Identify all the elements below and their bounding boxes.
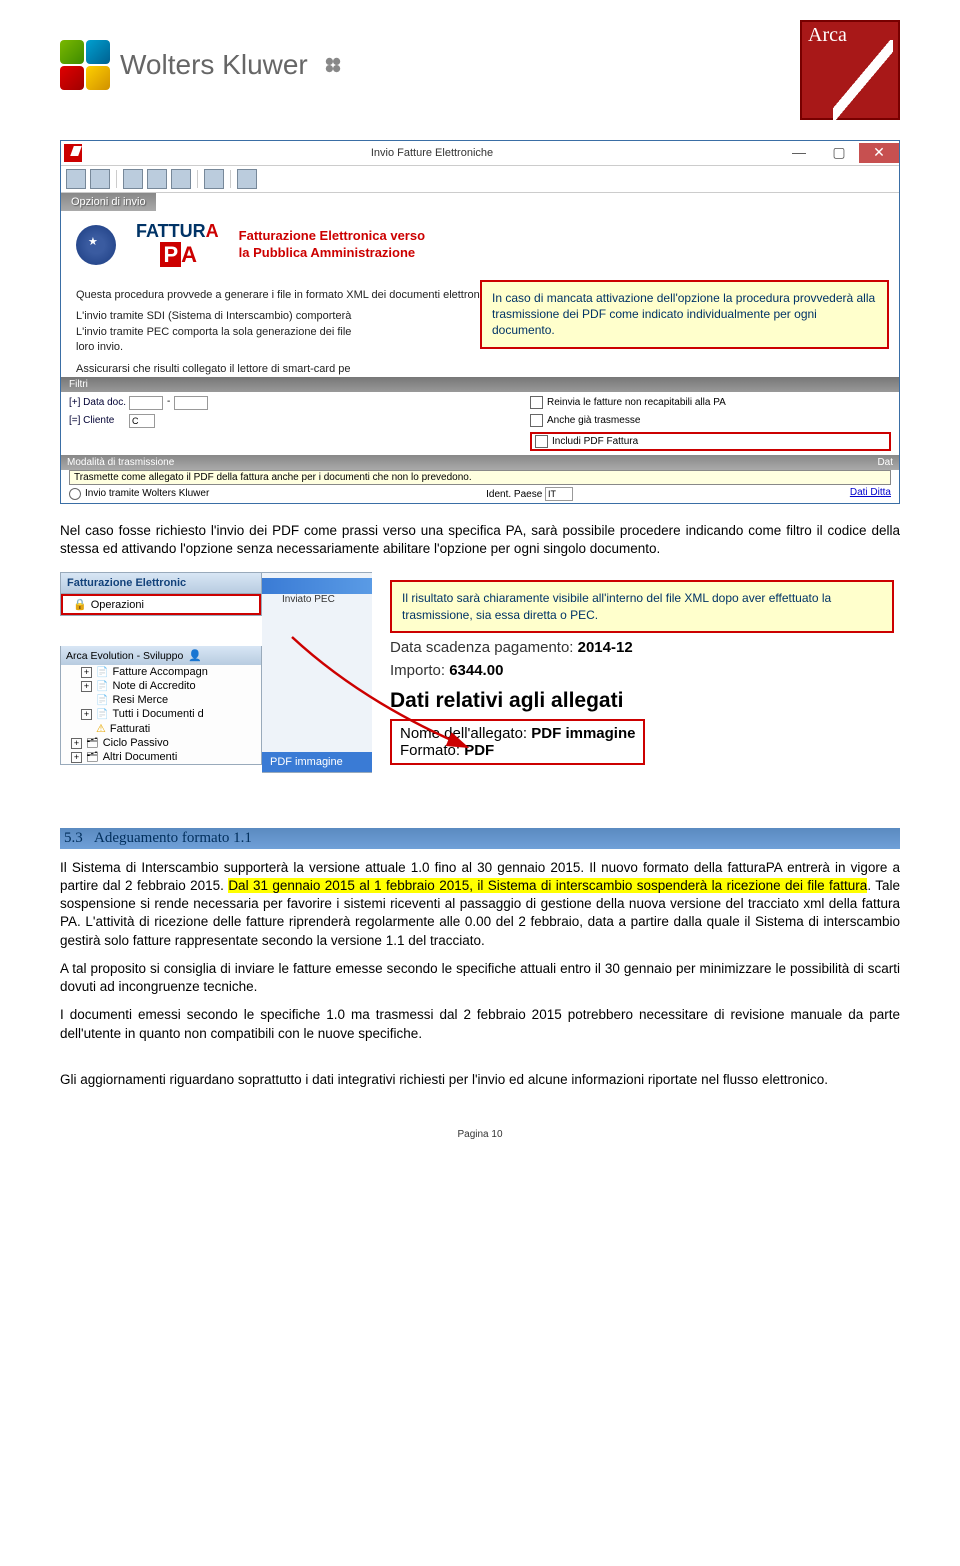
paste-icon[interactable] — [171, 169, 191, 189]
document-icon — [96, 680, 108, 692]
dati-ditta-link[interactable]: Dati Ditta — [850, 487, 891, 501]
cliente-input[interactable] — [129, 414, 155, 428]
wolters-kluwer-logo: Wolters Kluwer — [60, 40, 342, 90]
nav-back-icon[interactable] — [66, 169, 86, 189]
filter-date-label: [+] Data doc. — [69, 397, 129, 408]
tree-item-operazioni[interactable]: Operazioni — [61, 594, 261, 615]
tree-item-fatturati[interactable]: Fatturati — [61, 721, 261, 736]
screenshot-2: Fatturazione Elettronic Operazioni Arca … — [60, 572, 900, 772]
wk-icon — [60, 40, 110, 90]
importo-line: Importo: 6344.00 — [390, 662, 894, 679]
fatturapa-logo: FATTURA PA — [136, 221, 219, 268]
document-icon — [96, 708, 108, 720]
tree-item[interactable]: +Tutti i Documenti d — [61, 707, 261, 721]
data-scadenza-line: Data scadenza pagamento: 2014-12 — [390, 639, 894, 656]
titlebar: Invio Fatture Elettroniche — ▢ ✕ — [61, 141, 899, 166]
paragraph-5: Gli aggiornamenti riguardano soprattutto… — [60, 1071, 900, 1089]
paragraph-2: Il Sistema di Interscambio supporterà la… — [60, 859, 900, 950]
nav-fwd-icon[interactable] — [90, 169, 110, 189]
modalita-label: Modalità di trasmissione — [67, 457, 174, 468]
inviato-pec-label: Inviato PEC — [262, 594, 372, 605]
wk-logo-text: Wolters Kluwer — [120, 49, 308, 81]
section-heading-5-3: 5.3 Adeguamento formato 1.1 — [60, 828, 900, 849]
filter-header: Filtri — [61, 377, 899, 392]
tree-item[interactable]: Resi Merce — [61, 693, 261, 707]
checkbox-reinvia[interactable] — [530, 396, 543, 409]
ident-paese-input[interactable] — [545, 487, 573, 501]
allegato-box: Nome dell'allegato: PDF immagine Formato… — [390, 719, 645, 765]
date-to[interactable] — [174, 396, 208, 410]
document-icon — [96, 694, 108, 706]
clover-icon — [324, 56, 342, 74]
lock-icon — [73, 598, 87, 611]
tree-item[interactable]: +Fatture Accompagn — [61, 665, 261, 679]
paragraph-3: A tal proposito si consiglia di inviare … — [60, 960, 900, 996]
paragraph-1: Nel caso fosse richiesto l'invio dei PDF… — [60, 522, 900, 558]
panel-title-fatturazione: Fatturazione Elettronic — [61, 573, 261, 594]
radio-wk[interactable] — [69, 488, 81, 500]
document-icon — [96, 666, 108, 678]
page-number: Pagina 10 — [60, 1129, 900, 1140]
close-button[interactable]: ✕ — [859, 143, 899, 163]
paragraph-4: I documenti emessi secondo le specifiche… — [60, 1006, 900, 1042]
cut-icon[interactable] — [123, 169, 143, 189]
maximize-button[interactable]: ▢ — [819, 143, 859, 163]
tree-item[interactable]: +🗂Altri Documenti — [61, 750, 261, 764]
window-title: Invio Fatture Elettroniche — [85, 147, 779, 159]
checkbox-includi-pdf-row: Includi PDF Fattura — [530, 432, 891, 451]
allegati-heading: Dati relativi agli allegati — [390, 689, 894, 713]
arca-logo: Arca — [800, 20, 900, 120]
minimize-button[interactable]: — — [779, 143, 819, 163]
progress-bar — [262, 578, 372, 594]
window-invio-fatture: Invio Fatture Elettroniche — ▢ ✕ Opzioni… — [60, 140, 900, 504]
ribbon-tab-opzioni[interactable]: Opzioni di invio — [61, 193, 156, 211]
callout-box-2: Il risultato sarà chiaramente visibile a… — [390, 580, 894, 632]
filter-cliente-label: [=] Cliente — [69, 415, 129, 426]
checkbox-includi-pdf[interactable] — [535, 435, 548, 448]
tree-item[interactable]: +Note di Accredito — [61, 679, 261, 693]
pdf-immagine-label: PDF immagine — [262, 752, 372, 772]
fatturapa-title: Fatturazione Elettronica verso la Pubbli… — [239, 228, 425, 262]
highlighted-text: Dal 31 gennaio 2015 al 1 febbraio 2015, … — [228, 878, 867, 893]
app-icon — [64, 144, 82, 162]
toolbar — [61, 166, 899, 193]
procedure-description: Questa procedura provvede a generare i f… — [61, 280, 899, 377]
checkbox-trasmesse[interactable] — [530, 414, 543, 427]
user-icon — [188, 649, 202, 662]
warning-icon — [96, 722, 106, 735]
tree-item[interactable]: +🗂Ciclo Passivo — [61, 736, 261, 750]
callout-box-1: In caso di mancata attivazione dell'opzi… — [480, 280, 889, 349]
copy-icon[interactable] — [147, 169, 167, 189]
refresh-icon[interactable] — [204, 169, 224, 189]
subpanel-title: Arca Evolution - Sviluppo — [61, 646, 261, 665]
emblem-icon — [76, 225, 116, 265]
date-from[interactable] — [129, 396, 163, 410]
help-icon[interactable] — [237, 169, 257, 189]
page-header: Wolters Kluwer Arca — [60, 20, 900, 120]
tooltip-includi-pdf: Trasmette come allegato il PDF della fat… — [69, 470, 891, 485]
